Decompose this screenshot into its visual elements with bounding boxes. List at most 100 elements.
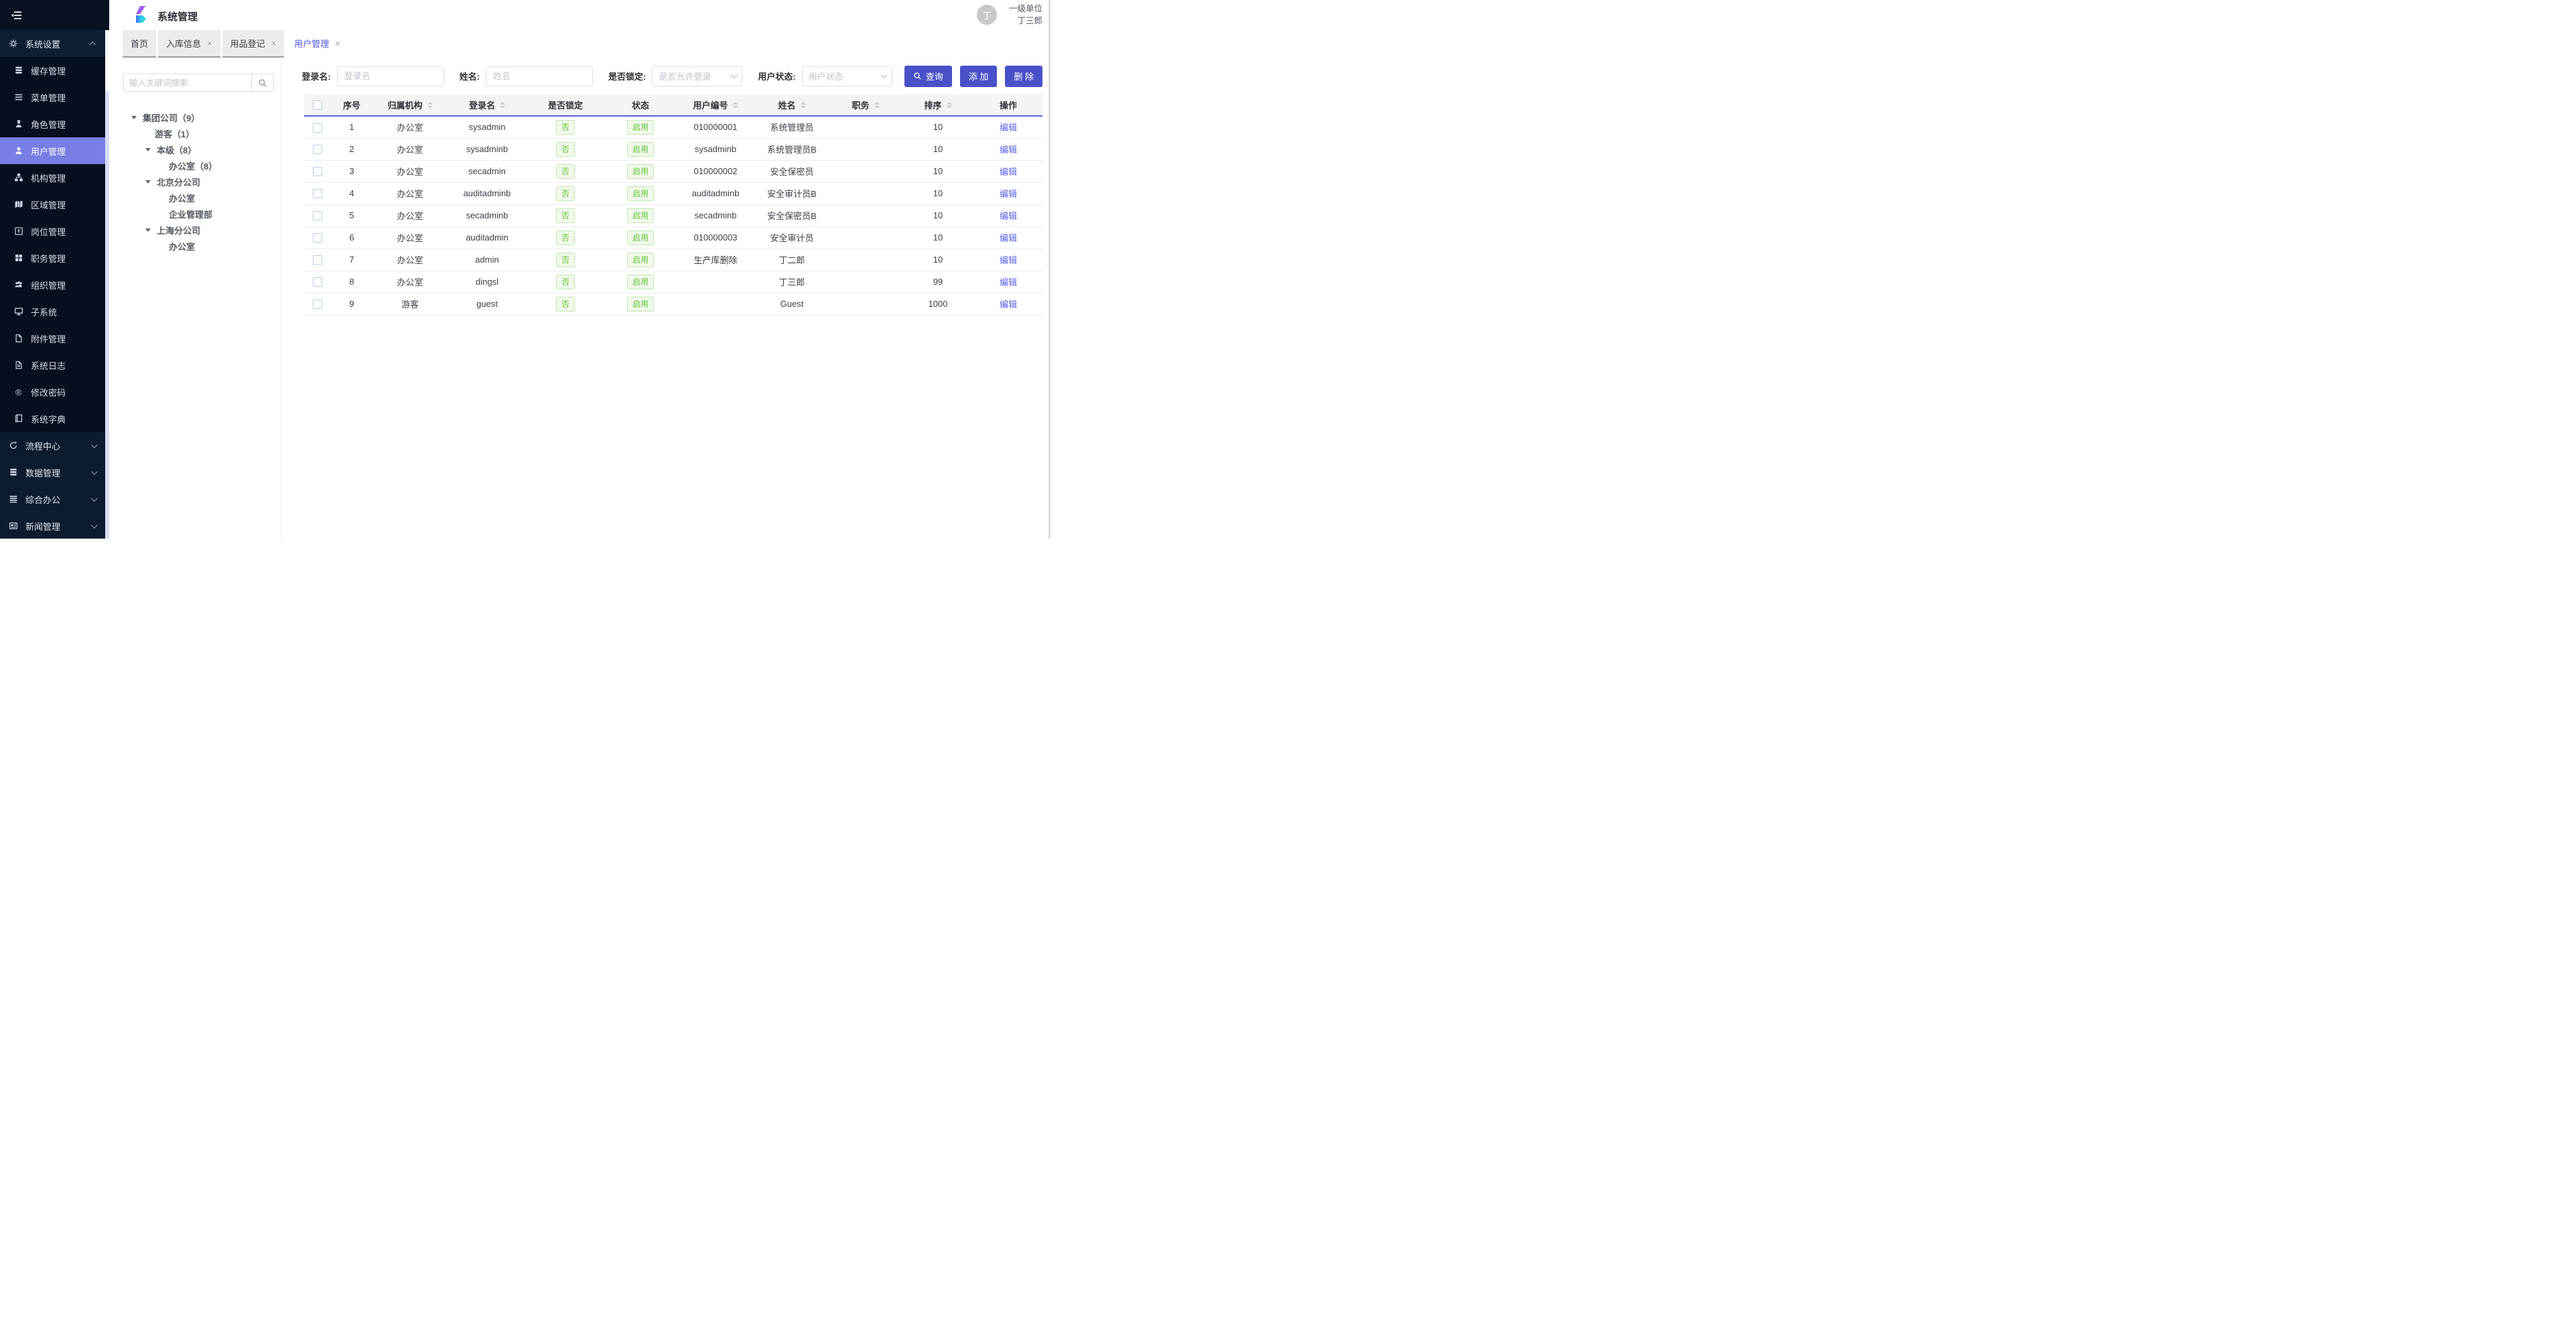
tree-node[interactable]: 企业管理部 [123, 206, 274, 222]
cell-duty [829, 182, 902, 204]
collapse-sidebar-icon[interactable] [11, 9, 23, 21]
sort-icon[interactable] [801, 102, 806, 109]
sidebar-group-4[interactable]: 新闻管理 [0, 512, 105, 539]
sidebar-item[interactable]: 附件管理 [0, 325, 105, 352]
edit-link[interactable]: 编辑 [1000, 167, 1017, 177]
tree-expand-icon[interactable] [145, 180, 151, 184]
cell-org: 办公室 [372, 204, 448, 226]
close-icon[interactable]: × [271, 39, 277, 48]
user-box[interactable]: 丁 一级单位 丁三郎 [977, 3, 1042, 27]
login-input[interactable] [337, 66, 444, 86]
tab-用品登记[interactable]: 用品登记× [222, 30, 285, 58]
col-sort[interactable]: 排序 [902, 94, 974, 116]
row-checkbox[interactable] [313, 255, 322, 265]
row-checkbox[interactable] [313, 277, 322, 287]
sidebar-item[interactable]: 岗位管理 [0, 218, 105, 245]
row-checkbox[interactable] [313, 167, 322, 176]
sort-icon[interactable] [874, 102, 880, 109]
sort-icon[interactable] [427, 102, 433, 109]
sort-icon[interactable] [947, 102, 952, 109]
tree-node[interactable]: 办公室 [123, 238, 274, 254]
edit-link[interactable]: 编辑 [1000, 123, 1017, 133]
edit-link[interactable]: 编辑 [1000, 189, 1017, 199]
col-seq: 序号 [331, 94, 372, 116]
cell-login: auditadminb [448, 182, 527, 204]
header: 系统管理 丁 一级单位 丁三郎 [109, 0, 1050, 30]
grid-icon [13, 253, 23, 263]
edit-link[interactable]: 编辑 [1000, 255, 1017, 265]
tree-node[interactable]: 集团公司（9） [123, 109, 274, 125]
sidebar-item[interactable]: 组织管理 [0, 271, 105, 298]
tree-node[interactable]: 本级（8） [123, 141, 274, 157]
query-button[interactable]: 查询 [904, 66, 952, 87]
search-icon[interactable] [251, 74, 274, 92]
avatar[interactable]: 丁 [977, 5, 997, 25]
col-org[interactable]: 归属机构 [372, 94, 448, 116]
col-duty[interactable]: 职务 [829, 94, 902, 116]
page-scrollbar[interactable] [1048, 0, 1050, 539]
sidebar-group-2[interactable]: 数据管理 [0, 459, 105, 486]
row-checkbox[interactable] [313, 233, 322, 242]
delete-button[interactable]: 删 除 [1005, 66, 1042, 87]
sidebar-item[interactable]: 职务管理 [0, 245, 105, 271]
row-checkbox[interactable] [313, 145, 322, 154]
sidebar-item[interactable]: 菜单管理 [0, 84, 105, 111]
sidebar-item[interactable]: 机构管理 [0, 164, 105, 191]
sidebar-group-1[interactable]: 流程中心 [0, 432, 105, 459]
tree-node-label: 企业管理部 [169, 208, 212, 220]
col-user_no[interactable]: 用户编号 [677, 94, 754, 116]
edit-link[interactable]: 编辑 [1000, 299, 1017, 309]
row-checkbox[interactable] [313, 299, 322, 309]
status-select[interactable]: 用户状态 [802, 66, 892, 86]
locked-select[interactable]: 是否允许登录 [652, 66, 742, 86]
tab-入库信息[interactable]: 入库信息× [158, 30, 220, 58]
row-checkbox[interactable] [313, 123, 322, 133]
tree-node[interactable]: 上海分公司 [123, 222, 274, 238]
select-all-checkbox[interactable] [313, 100, 322, 110]
sidebar-group-0[interactable]: 系统设置 [0, 30, 105, 57]
close-icon[interactable]: × [207, 39, 212, 48]
sidebar-item[interactable]: ®修改密码 [0, 378, 105, 405]
sidebar-item[interactable]: 子系统 [0, 298, 105, 325]
close-icon[interactable]: × [335, 39, 340, 48]
cell-name: 丁三郎 [754, 271, 829, 293]
sidebar-item[interactable]: 缓存管理 [0, 57, 105, 84]
tree-node-label: 集团公司（9） [143, 111, 200, 124]
tree-node[interactable]: 北京分公司 [123, 173, 274, 190]
current-user-name: 丁三郎 [1004, 15, 1042, 27]
tree-node-label: 本级（8） [157, 143, 196, 156]
sidebar-item[interactable]: 角色管理 [0, 111, 105, 137]
add-button[interactable]: 添 加 [960, 66, 998, 87]
col-name[interactable]: 姓名 [754, 94, 829, 116]
tree-node[interactable]: 游客（1） [123, 125, 274, 141]
database-icon [8, 468, 18, 478]
edit-link[interactable]: 编辑 [1000, 233, 1017, 243]
app-root: 系统设置缓存管理菜单管理角色管理用户管理机构管理区域管理岗位管理职务管理组织管理… [0, 0, 1050, 539]
tree-search-input[interactable] [123, 74, 251, 92]
row-checkbox[interactable] [313, 189, 322, 198]
tab-用户管理[interactable]: 用户管理× [286, 30, 348, 58]
sidebar-item[interactable]: 用户管理 [0, 137, 105, 164]
user-table-wrap: 序号归属机构登录名是否锁定状态用户编号姓名职务排序操作 1办公室sysadmin… [304, 94, 1042, 316]
tree-node[interactable]: 办公室 [123, 190, 274, 206]
sidebar-item[interactable]: 系统日志 [0, 352, 105, 378]
tab-首页[interactable]: 首页 [123, 30, 156, 58]
row-checkbox[interactable] [313, 211, 322, 220]
column-title: 用户编号 [693, 98, 738, 111]
edit-link[interactable]: 编辑 [1000, 145, 1017, 155]
sort-icon[interactable] [500, 102, 505, 109]
col-login[interactable]: 登录名 [448, 94, 527, 116]
tree-expand-icon[interactable] [145, 228, 151, 232]
sidebar-item[interactable]: 系统字典 [0, 405, 105, 432]
status-badge: 启用 [627, 208, 654, 223]
edit-link[interactable]: 编辑 [1000, 211, 1017, 221]
tree-node[interactable]: 办公室（8） [123, 157, 274, 173]
edit-link[interactable]: 编辑 [1000, 277, 1017, 287]
sidebar-group-3[interactable]: 综合办公 [0, 486, 105, 512]
filter-status: 用户状态: 用户状态 [758, 66, 892, 86]
sidebar-item[interactable]: 区域管理 [0, 191, 105, 218]
sort-icon[interactable] [733, 102, 738, 109]
tree-expand-icon[interactable] [145, 148, 151, 151]
name-input[interactable] [486, 66, 593, 86]
tree-expand-icon[interactable] [131, 116, 137, 119]
